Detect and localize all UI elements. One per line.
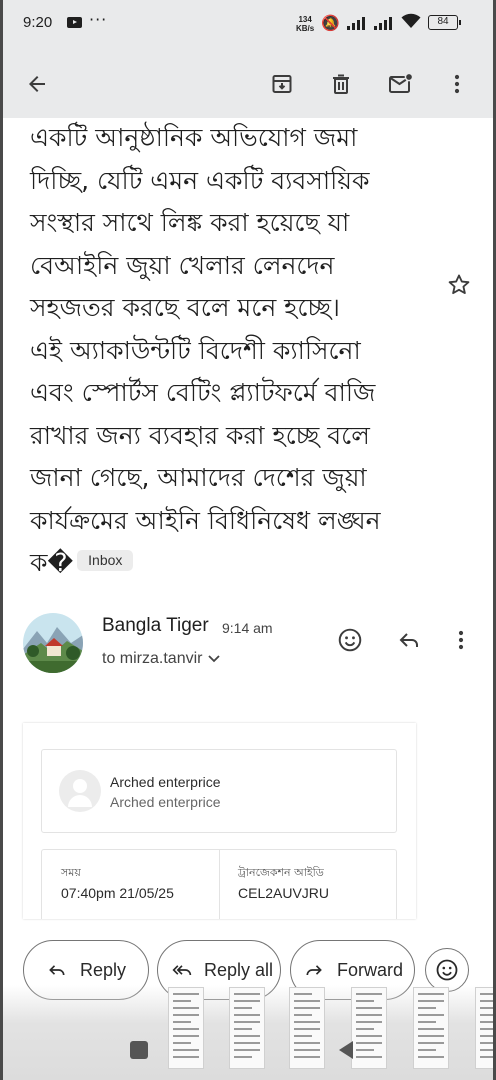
star-icon [448, 274, 470, 295]
body-line: এই অ্যাকাউন্টটি বিদেশী ক্যাসিনো [30, 335, 361, 365]
body-line: বেআইনি জুয়া খেলার লেনদেন [30, 250, 335, 280]
body-truncated-text: ক� [30, 548, 74, 577]
body-line: রাখার জন্য ব্যবহার করা হচ্ছে বলে [30, 420, 370, 450]
body-last-line: ক� Inbox [30, 542, 430, 585]
merchant-name: Arched enterprice [110, 774, 221, 790]
network-speed: 134 KB/s [296, 15, 314, 33]
delete-icon [333, 74, 349, 94]
back-nav-icon[interactable] [339, 1041, 353, 1059]
body-line: দিচ্ছি, যেটি এমন একটি ব্যবসায়িক [30, 165, 370, 195]
network-speed-unit: KB/s [296, 24, 315, 33]
recent-screenshot-thumbnail[interactable] [413, 987, 449, 1069]
forward-icon [306, 965, 322, 976]
delete-button[interactable] [321, 64, 361, 104]
wifi-icon [401, 13, 421, 33]
transaction-id-label: ট্রানজেকশন আইডি [238, 866, 324, 879]
email-body: একটি আনুষ্ঠানিক অভিযোগ জমা দিচ্ছি, যেটি … [30, 117, 430, 585]
sender-name[interactable]: Bangla Tiger [102, 615, 209, 637]
email-toolbar [3, 52, 493, 118]
back-button[interactable] [17, 64, 57, 104]
sender-avatar[interactable] [23, 613, 83, 673]
mark-unread-icon [389, 72, 414, 93]
recent-screenshot-thumbnail[interactable] [289, 987, 325, 1069]
body-line: সহজতর করছে বলে মনে হচ্ছে। [30, 293, 340, 322]
status-time: 9:20 [23, 14, 53, 31]
more-vert-icon [458, 630, 464, 650]
more-notifications-icon: ··· [89, 10, 108, 29]
signal-sim2-icon [374, 16, 396, 30]
column-divider [219, 850, 220, 919]
body-line: জানা গেছে, আমাদের দেশের জুয়া [30, 463, 367, 492]
reply-icon [399, 633, 418, 647]
merchant-avatar [59, 770, 101, 812]
recipient-text: to mirza.tanvir [102, 650, 203, 667]
mark-unread-button[interactable] [381, 64, 421, 104]
body-line: কার্যক্রমের আইনি বিধিনিষেধ লঙ্ঘন [30, 505, 381, 535]
more-vert-icon [454, 74, 460, 94]
archive-button[interactable] [262, 64, 302, 104]
body-line: সংস্থার সাথে লিঙ্ক করা হয়েছে যা [30, 208, 350, 237]
status-bar: 9:20 ··· 134 KB/s 🔕 84 [3, 0, 493, 52]
recent-screenshot-thumbnail[interactable] [351, 987, 387, 1069]
reply-all-label: Reply all [204, 959, 274, 980]
emoji-icon [436, 959, 458, 981]
inbox-label-chip[interactable]: Inbox [77, 549, 134, 571]
recents-nav-icon[interactable] [130, 1041, 148, 1059]
network-speed-value: 134 [298, 15, 312, 24]
recent-screenshot-thumbnail[interactable] [229, 987, 265, 1069]
time-label: সময় [61, 866, 81, 879]
youtube-notification-icon [67, 17, 82, 28]
archive-icon [272, 75, 292, 93]
email-screen: 9:20 ··· 134 KB/s 🔕 84 একটি আনুষ্ঠানিক অ… [3, 0, 493, 1080]
sent-time: 9:14 am [222, 620, 273, 636]
reply-icon [49, 965, 65, 976]
merchant-card: Arched enterprice Arched enterprice [41, 749, 397, 833]
emoji-icon [338, 628, 362, 652]
transaction-id-value: CEL2AUVJRU [238, 885, 330, 901]
sender-more-button[interactable] [446, 625, 476, 655]
chevron-down-icon [208, 652, 221, 666]
battery-indicator: 84 [428, 15, 461, 30]
body-line: একটি আনুষ্ঠানিক অভিযোগ জমা [30, 123, 358, 152]
recent-screenshot-thumbnail[interactable] [168, 987, 204, 1069]
back-arrow-icon [29, 76, 45, 92]
time-value: 07:40pm 21/05/25 [61, 885, 174, 901]
recipient-details-toggle[interactable]: to mirza.tanvir [102, 650, 221, 668]
add-reaction-button[interactable] [335, 625, 365, 655]
receipt-preview: Arched enterprice Arched enterprice সময়… [23, 723, 416, 919]
body-line: এবং স্পোর্টস বেটিং প্ল্যাটফর্মে বাজি [30, 378, 376, 407]
more-options-button[interactable] [437, 64, 477, 104]
mute-icon: 🔕 [321, 14, 340, 32]
merchant-subtitle: Arched enterprice [110, 794, 221, 810]
recent-screenshot-thumbnail[interactable] [475, 987, 493, 1069]
reply-all-icon [172, 965, 192, 976]
transaction-card: সময় 07:40pm 21/05/25 ট্রানজেকশন আইডি CE… [41, 849, 397, 919]
signal-sim1-icon [347, 16, 369, 30]
star-button[interactable] [446, 272, 472, 302]
reply-label: Reply [80, 959, 127, 980]
forward-label: Forward [337, 959, 404, 980]
reply-quick-button[interactable] [394, 625, 424, 655]
